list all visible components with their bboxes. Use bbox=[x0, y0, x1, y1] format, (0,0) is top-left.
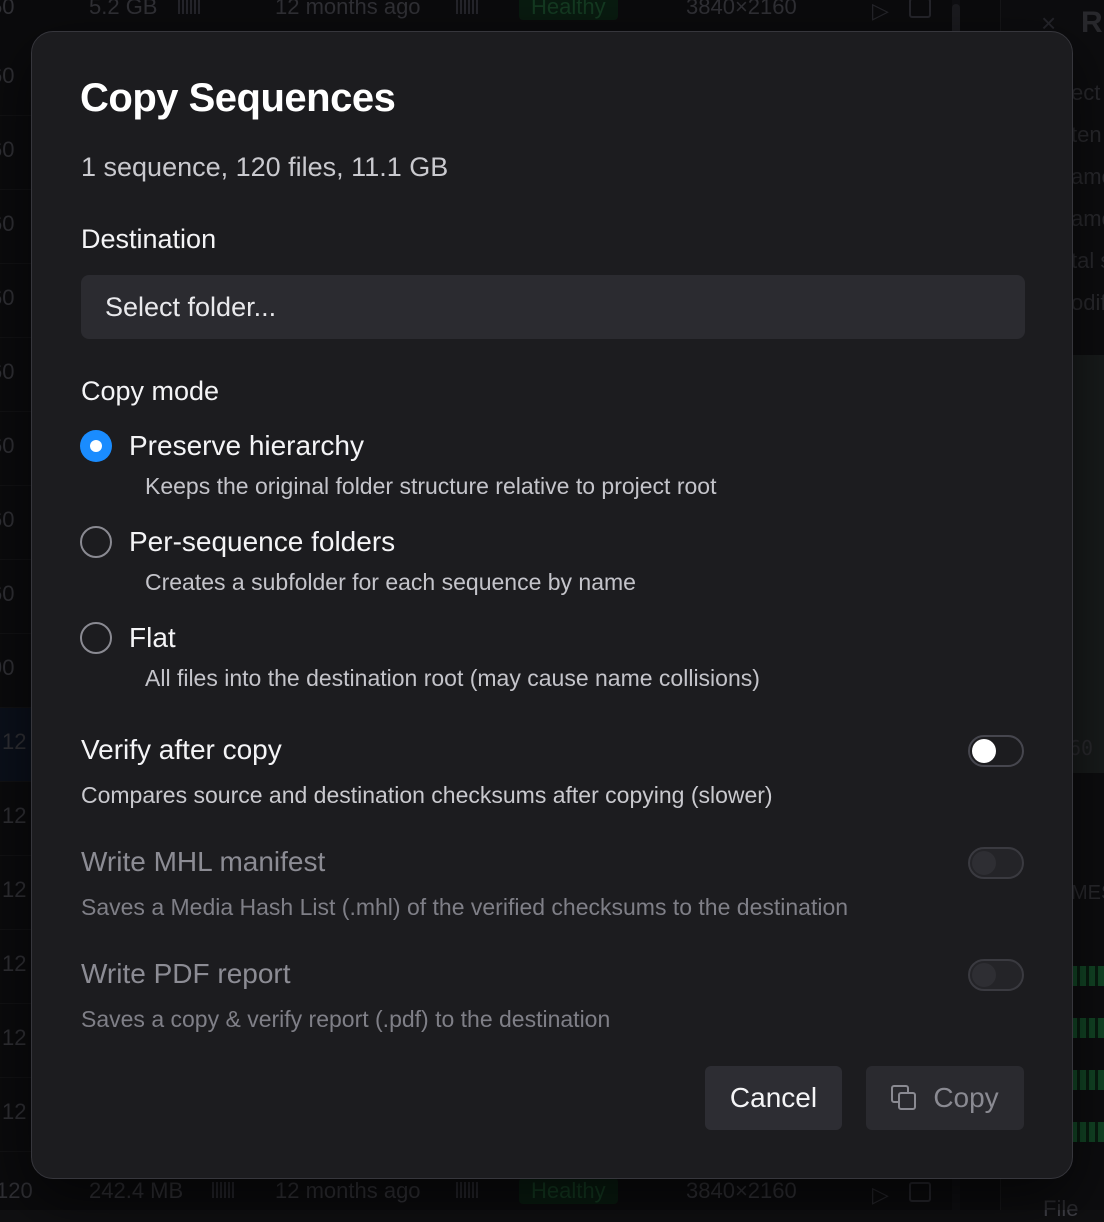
copy-icon bbox=[891, 1085, 917, 1111]
selection-summary: 1 sequence, 120 files, 11.1 GB bbox=[81, 152, 448, 183]
toggle-knob bbox=[972, 851, 996, 875]
mhl-option-description: Saves a Media Hash List (.mhl) of the ve… bbox=[81, 894, 848, 921]
radio-option-flat[interactable]: Flat bbox=[80, 620, 176, 656]
radio-button[interactable] bbox=[80, 430, 112, 462]
pdf-option-description: Saves a copy & verify report (.pdf) to t… bbox=[81, 1006, 610, 1033]
copy-sequences-dialog: Copy Sequences 1 sequence, 120 files, 11… bbox=[31, 31, 1073, 1179]
verify-option-description: Compares source and destination checksum… bbox=[81, 782, 773, 809]
pdf-toggle bbox=[968, 959, 1024, 991]
radio-description: Keeps the original folder structure rela… bbox=[145, 473, 716, 500]
radio-button[interactable] bbox=[80, 526, 112, 558]
verify-toggle[interactable] bbox=[968, 735, 1024, 767]
radio-label: Preserve hierarchy bbox=[129, 430, 364, 462]
radio-description: All files into the destination root (may… bbox=[145, 665, 760, 692]
verify-option-title: Verify after copy bbox=[81, 734, 282, 766]
copy-button[interactable]: Copy bbox=[866, 1066, 1024, 1130]
radio-description: Creates a subfolder for each sequence by… bbox=[145, 569, 636, 596]
toggle-knob bbox=[972, 963, 996, 987]
pdf-option-title: Write PDF report bbox=[81, 958, 291, 990]
radio-option-per-sequence[interactable]: Per-sequence folders bbox=[80, 524, 395, 560]
mhl-option-title: Write MHL manifest bbox=[81, 846, 325, 878]
cancel-button[interactable]: Cancel bbox=[705, 1066, 842, 1130]
radio-label: Flat bbox=[129, 622, 176, 654]
destination-label: Destination bbox=[81, 224, 216, 255]
toggle-knob bbox=[972, 739, 996, 763]
select-folder-button[interactable]: Select folder... bbox=[81, 275, 1025, 339]
copy-button-label: Copy bbox=[933, 1082, 998, 1114]
mhl-toggle bbox=[968, 847, 1024, 879]
copy-mode-label: Copy mode bbox=[81, 376, 219, 407]
radio-label: Per-sequence folders bbox=[129, 526, 395, 558]
radio-option-preserve[interactable]: Preserve hierarchy bbox=[80, 428, 364, 464]
dialog-title: Copy Sequences bbox=[80, 76, 395, 121]
radio-button[interactable] bbox=[80, 622, 112, 654]
